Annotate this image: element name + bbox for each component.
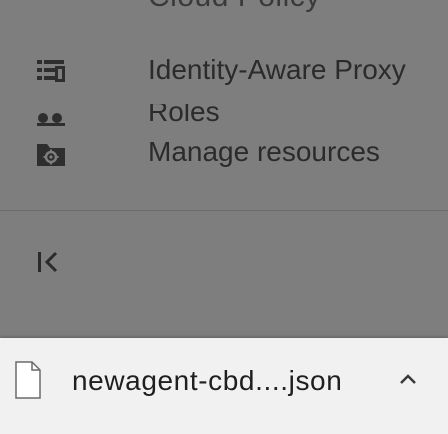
download-file-name: newagent-cbd....json [72,365,343,396]
sidebar-divider [0,210,448,211]
manage-resources-icon [35,140,67,166]
partial-top-label: Cloud Policy Troubleshooter [148,0,448,16]
download-item[interactable]: newagent-cbd....json [0,338,448,434]
sidebar: Cloud Policy Troubleshooter Identity-Awa… [0,0,448,338]
download-bar: newagent-cbd....json [0,338,448,434]
sidebar-item-identity-aware-proxy[interactable]: Identity-Aware Proxy [0,46,448,96]
sidebar-item-label: Roles [148,104,220,126]
chevron-up-icon[interactable] [394,366,422,394]
sidebar-item-label: Identity-Aware Proxy [148,54,406,85]
collapse-sidebar-icon [34,251,74,288]
roles-icon [35,106,67,126]
collapse-sidebar-button[interactable] [34,244,74,284]
partial-top-item: Cloud Policy Troubleshooter [0,0,448,16]
identity-aware-proxy-icon [35,58,67,84]
sidebar-item-label: Manage resources [148,136,380,167]
file-icon [12,360,44,400]
sidebar-item-manage-resources[interactable]: Manage resources [0,128,448,178]
sidebar-item-roles[interactable]: Roles [0,104,448,126]
